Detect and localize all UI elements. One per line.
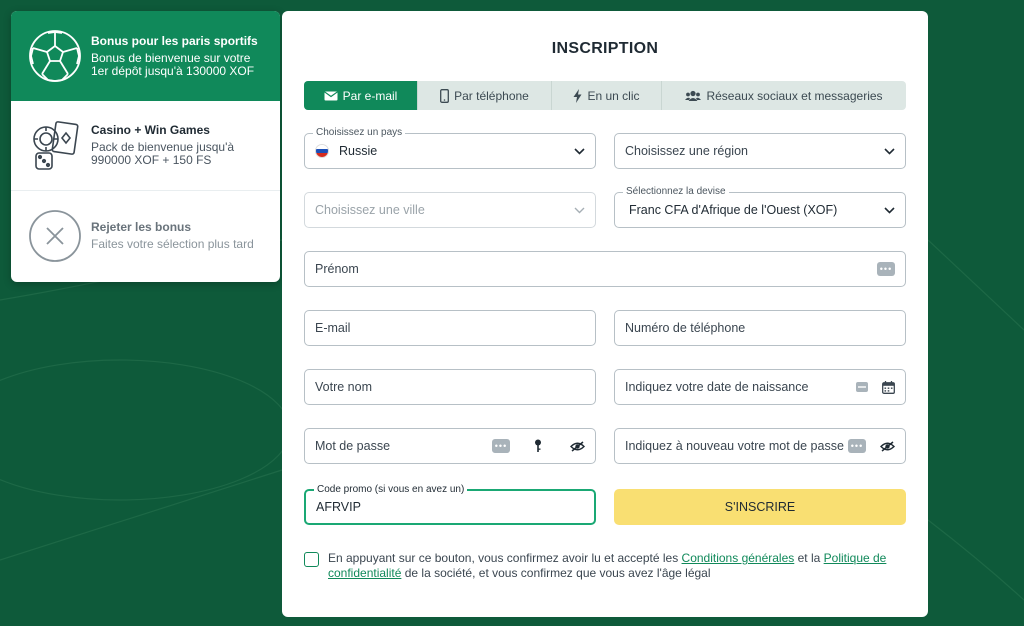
bonus-description: Bonus de bienvenue sur votre 1er dépôt j… [91, 50, 255, 78]
autofill-icon[interactable] [856, 382, 868, 392]
soccer-ball-icon [27, 28, 83, 84]
promo-legend: Code promo (si vous en avez un) [314, 484, 468, 496]
currency-legend: Sélectionnez la devise [623, 186, 729, 198]
russia-flag-icon [315, 144, 329, 158]
bonus-option-sports[interactable]: Bonus pour les paris sportifs Bonus de b… [11, 11, 280, 101]
tab-phone[interactable]: Par téléphone [418, 81, 552, 110]
consent-text-part: de la société, et vous confirmez que vou… [401, 566, 711, 580]
promo-code-field[interactable]: Code promo (si vous en avez un) AFRVIP [304, 484, 596, 525]
chevron-down-icon [573, 145, 585, 157]
key-icon[interactable] [534, 439, 542, 453]
registration-tabs: Par e-mail Par téléphone En un clic Rése… [304, 81, 906, 110]
tab-label: Par e-mail [342, 88, 398, 103]
bonus-title: Rejeter les bonus [91, 220, 192, 234]
users-icon [685, 90, 702, 102]
city-select[interactable]: Choisissez une ville [304, 192, 596, 228]
phone-field[interactable]: Numéro de téléphone [614, 310, 906, 346]
phone-icon [440, 88, 450, 103]
tab-one-click[interactable]: En un clic [552, 81, 662, 110]
casino-chip-cards-icon [27, 118, 83, 174]
email-placeholder: E-mail [315, 321, 351, 335]
consent-row: En appuyant sur ce bouton, vous confirme… [304, 551, 904, 581]
tab-label: Par téléphone [454, 88, 529, 103]
eye-off-icon[interactable] [570, 440, 585, 452]
city-placeholder: Choisissez une ville [315, 203, 425, 217]
envelope-icon [323, 90, 338, 101]
birthdate-placeholder: Indiquez votre date de naissance [625, 380, 809, 394]
close-circle-icon [27, 208, 83, 264]
password-confirm-placeholder: Indiquez à nouveau votre mot de passe [625, 439, 844, 453]
register-button[interactable]: S'INSCRIRE [614, 489, 906, 525]
region-select[interactable]: Choisissez une région [614, 133, 906, 169]
password-confirm-field[interactable]: Indiquez à nouveau votre mot de passe ••… [614, 428, 906, 464]
bonus-title: Bonus pour les paris sportifs [91, 33, 258, 48]
calendar-icon[interactable] [882, 380, 895, 394]
eye-off-icon[interactable] [880, 440, 895, 452]
firstname-placeholder: Prénom [315, 262, 359, 276]
email-field[interactable]: E-mail [304, 310, 596, 346]
chevron-down-icon [883, 204, 895, 216]
currency-value: Franc CFA d'Afrique de l'Ouest (XOF) [629, 203, 838, 217]
password-placeholder: Mot de passe [315, 439, 391, 453]
lastname-placeholder: Votre nom [315, 380, 372, 394]
consent-text-part: En appuyant sur ce bouton, vous confirme… [328, 551, 682, 565]
registration-card: INSCRIPTION Par e-mail Par téléphone En … [282, 11, 928, 617]
chevron-down-icon [573, 204, 585, 216]
consent-text-part: et la [794, 551, 824, 565]
terms-link[interactable]: Conditions générales [682, 551, 795, 565]
tab-label: En un clic [587, 88, 640, 103]
bonus-title: Casino + Win Games [91, 123, 210, 137]
lastname-field[interactable]: Votre nom [304, 369, 596, 405]
phone-placeholder: Numéro de téléphone [625, 321, 746, 335]
currency-select[interactable]: Sélectionnez la devise Franc CFA d'Afriq… [614, 186, 906, 228]
country-value: Russie [339, 144, 378, 158]
region-placeholder: Choisissez une région [625, 144, 748, 158]
tab-social[interactable]: Réseaux sociaux et messageries [662, 81, 906, 110]
promo-value: AFRVIP [316, 500, 361, 514]
firstname-field[interactable]: Prénom ••• [304, 251, 906, 287]
birthdate-field[interactable]: Indiquez votre date de naissance [614, 369, 906, 405]
password-manager-icon[interactable]: ••• [492, 439, 510, 453]
tab-label: Réseaux sociaux et messageries [706, 88, 883, 103]
tab-email[interactable]: Par e-mail [304, 81, 418, 110]
page-title: INSCRIPTION [551, 40, 659, 57]
country-select[interactable]: Choisissez un pays Russie [304, 127, 596, 169]
lightning-icon [573, 88, 582, 103]
password-manager-icon[interactable]: ••• [877, 262, 895, 276]
consent-checkbox[interactable] [304, 552, 319, 567]
password-field[interactable]: Mot de passe ••• [304, 428, 596, 464]
country-legend: Choisissez un pays [313, 127, 406, 139]
password-manager-icon[interactable]: ••• [848, 439, 866, 453]
bonus-description: Faites votre sélection plus tard [91, 237, 254, 251]
bonus-option-casino[interactable]: Casino + Win Games Pack de bienvenue jus… [11, 101, 280, 191]
bonus-option-reject[interactable]: Rejeter les bonus Faites votre sélection… [11, 191, 280, 281]
bonus-description: Pack de bienvenue jusqu'à 990000 XOF + 1… [91, 140, 235, 167]
chevron-down-icon [883, 145, 895, 157]
consent-text: En appuyant sur ce bouton, vous confirme… [328, 551, 904, 581]
bonus-panel: Bonus pour les paris sportifs Bonus de b… [11, 11, 280, 282]
